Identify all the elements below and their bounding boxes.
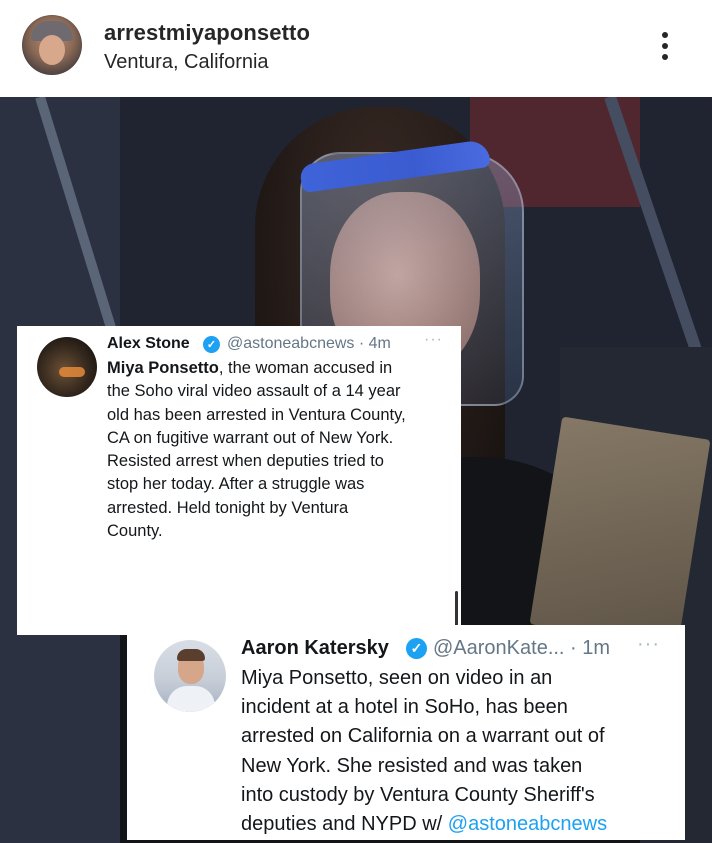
tweet-line: Miya Ponsetto, seen on video in an <box>241 667 553 689</box>
post-photo[interactable]: Alex Stone check✓ @astoneabcnews · 4m ··… <box>0 97 712 843</box>
location-link[interactable]: Ventura, California <box>104 51 269 74</box>
avatar-face <box>39 35 65 65</box>
avatar-hair <box>177 649 205 661</box>
post-header: arrestmiyaponsetto Ventura, California <box>0 0 712 97</box>
tweet-line: into custody by Ventura County Sheriff's <box>241 783 595 806</box>
tweet-text: , the woman accused in <box>218 359 393 377</box>
more-dot <box>662 32 668 38</box>
profile-avatar[interactable] <box>22 15 82 75</box>
tweet-text: deputies and NYPD w/ <box>241 813 448 836</box>
tweet-author-name[interactable]: Aaron Katersky <box>241 637 389 660</box>
tweet-line: stop her today. After a struggle was <box>107 475 365 494</box>
tweet-line: CA on fugitive warrant out of New York. <box>107 428 394 447</box>
tweet-line: arrested. Held tonight by Ventura <box>107 498 349 517</box>
tweet-line: the Soho viral video assault of a 14 yea… <box>107 382 401 401</box>
tweet-handle-time[interactable]: @astoneabcnews · 4m <box>227 335 391 353</box>
tweet-line: arrested on California on a warrant out … <box>241 725 605 748</box>
tweet-card-alex-stone[interactable]: Alex Stone check✓ @astoneabcnews · 4m ··… <box>17 326 461 635</box>
tweet-card-aaron-katersky[interactable]: Aaron Katersky check✓ @AaronKate... · 1m… <box>127 625 685 840</box>
tweet-handle-time[interactable]: @AaronKate... · 1m <box>433 637 610 660</box>
username-link[interactable]: arrestmiyaponsetto <box>104 20 310 46</box>
tweet-avatar[interactable] <box>37 337 97 397</box>
tweet-body: Miya Ponsetto, seen on video in an incid… <box>241 664 607 839</box>
more-options-icon[interactable] <box>652 26 678 66</box>
tweet-line: New York. She resisted and was taken <box>241 754 583 777</box>
tweet-line: Resisted arrest when deputies tried to <box>107 452 384 471</box>
tweet-avatar[interactable] <box>154 640 226 712</box>
avatar-fire <box>59 367 85 377</box>
verified-badge-icon: check✓ <box>406 638 427 659</box>
avatar-shirt <box>167 686 215 712</box>
tweet-bold-name: Miya Ponsetto <box>107 359 219 377</box>
tweet-line: old has been arrested in Ventura County, <box>107 405 406 424</box>
tweet-line: County. <box>107 522 163 541</box>
tweet-line: Miya Ponsetto, the woman accused in <box>107 357 406 380</box>
tweet-author-name[interactable]: Alex Stone <box>107 335 190 353</box>
tweet-line: incident at a hotel in SoHo, has been <box>241 696 568 719</box>
tweet-more-icon[interactable]: ··· <box>424 331 443 349</box>
tweet-line: deputies and NYPD w/ @astoneabcnews <box>241 810 607 839</box>
tweet-more-icon[interactable]: ··· <box>637 633 660 656</box>
tweet-body: Miya Ponsetto, the woman accused in the … <box>107 357 406 543</box>
verified-badge-icon: check✓ <box>203 336 220 353</box>
mention-link[interactable]: @astoneabcnews <box>448 813 607 835</box>
more-dot <box>662 43 668 49</box>
more-dot <box>662 54 668 60</box>
